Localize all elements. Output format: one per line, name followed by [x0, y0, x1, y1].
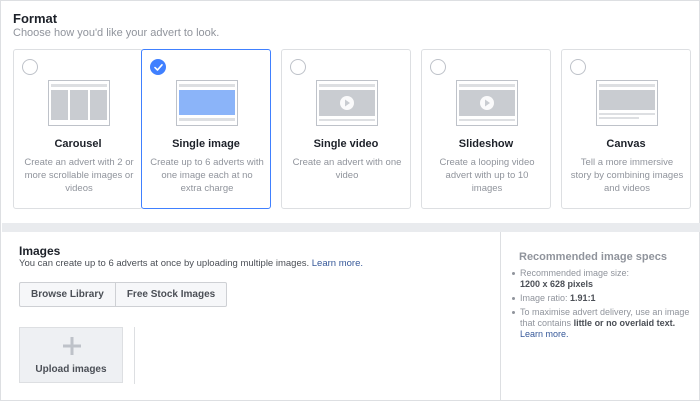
images-subtitle-text: You can create up to 6 adverts at once b… — [19, 258, 310, 269]
spec-text-tip: To maximise advert delivery, use an imag… — [511, 307, 691, 340]
spec-ratio-value: 1.91:1 — [570, 293, 596, 303]
upload-images-label: Upload images — [35, 364, 107, 375]
format-option-single-image[interactable]: Single image Create up to 6 adverts with… — [141, 49, 271, 209]
format-option-description: Tell a more immersive story by combining… — [570, 157, 684, 194]
slideshow-thumbnail-icon — [456, 80, 518, 126]
spec-image-ratio: Image ratio: 1.91:1 — [511, 293, 691, 304]
format-option-title: Single video — [313, 138, 379, 150]
format-option-single-video[interactable]: Single video Create an advert with one v… — [281, 49, 411, 209]
specs-divider — [500, 232, 501, 401]
radio-canvas[interactable] — [570, 59, 586, 75]
browse-library-button[interactable]: Browse Library — [19, 282, 116, 307]
spec-image-size: Recommended image size: 1200 x 628 pixel… — [511, 268, 691, 290]
specs-learn-more-link[interactable]: Learn more. — [520, 329, 569, 339]
section-divider — [2, 223, 700, 232]
format-option-description: Create an advert with 2 or more scrollab… — [24, 157, 134, 194]
format-option-title: Canvas — [606, 138, 646, 150]
spec-tip-bold: little or no overlaid text. — [573, 318, 676, 328]
plus-icon — [63, 337, 81, 355]
radio-carousel[interactable] — [22, 59, 38, 75]
upload-divider — [134, 327, 135, 384]
radio-single-video[interactable] — [290, 59, 306, 75]
spec-size-label: Recommended image size: — [520, 268, 630, 278]
images-subtitle: You can create up to 6 adverts at once b… — [19, 258, 363, 269]
single-image-thumbnail-icon — [176, 80, 238, 126]
ad-format-panel: Format Choose how you'd like your advert… — [0, 0, 700, 401]
format-option-title: Slideshow — [458, 138, 514, 150]
images-learn-more-link[interactable]: Learn more. — [312, 258, 363, 269]
format-option-carousel[interactable]: Carousel Create an advert with 2 or more… — [13, 49, 143, 209]
radio-slideshow[interactable] — [430, 59, 446, 75]
format-option-description: Create a looping video advert with up to… — [439, 157, 535, 194]
images-heading: Images — [19, 244, 61, 258]
radio-single-image[interactable] — [150, 59, 166, 75]
spec-ratio-label: Image ratio: — [520, 293, 568, 303]
specs-heading: Recommended image specs — [519, 251, 667, 263]
format-options: Carousel Create an advert with 2 or more… — [13, 49, 691, 211]
format-option-title: Single image — [172, 138, 240, 150]
format-option-canvas[interactable]: Canvas Tell a more immersive story by co… — [561, 49, 691, 209]
canvas-thumbnail-icon — [596, 80, 658, 126]
format-option-description: Create an advert with one video — [292, 157, 402, 181]
spec-size-value: 1200 x 628 pixels — [520, 279, 594, 289]
image-source-buttons: Browse Library Free Stock Images — [19, 282, 228, 307]
specs-list: Recommended image size: 1200 x 628 pixel… — [511, 268, 691, 343]
format-heading: Format — [13, 11, 58, 26]
format-option-slideshow[interactable]: Slideshow Create a looping video advert … — [421, 49, 551, 209]
carousel-thumbnail-icon — [48, 80, 110, 126]
free-stock-images-button[interactable]: Free Stock Images — [115, 282, 228, 307]
format-option-description: Create up to 6 adverts with one image ea… — [150, 157, 264, 194]
format-subtitle: Choose how you'd like your advert to loo… — [13, 27, 220, 39]
format-option-title: Carousel — [54, 138, 102, 150]
video-thumbnail-icon — [316, 80, 378, 126]
checkmark-icon — [154, 64, 163, 71]
upload-images-button[interactable]: Upload images — [19, 327, 123, 383]
